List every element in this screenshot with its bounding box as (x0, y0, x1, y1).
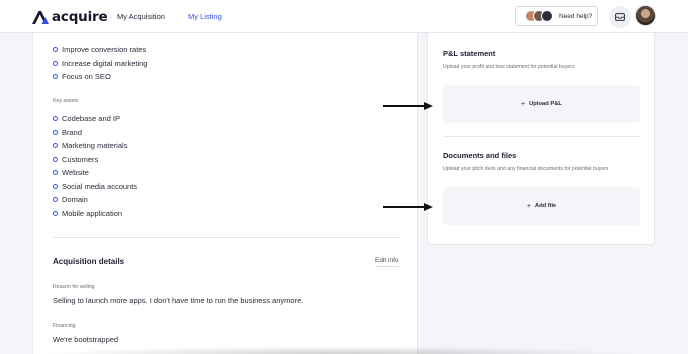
support-avatars (525, 10, 555, 22)
list-item: Website (53, 166, 137, 180)
list-item: Mobile application (53, 207, 137, 221)
bullet-icon (53, 60, 58, 66)
support-avatar (541, 10, 553, 22)
need-help-label: Need help? (559, 12, 593, 20)
logo-mark-icon (32, 10, 49, 24)
pnl-statement-title: P&L statement (443, 49, 496, 58)
list-item: Codebase and IP (53, 112, 137, 126)
bullet-icon (53, 129, 58, 135)
inbox-icon (615, 13, 625, 21)
plus-icon: + (526, 202, 531, 210)
need-help-button[interactable]: Need help? (515, 6, 598, 26)
pnl-statement-description: Upload your profit and loss statement fo… (443, 64, 575, 70)
edit-info-button[interactable]: Edit info (375, 257, 399, 267)
top-navigation-bar: acquire My Acquisition My Listing Need h… (0, 0, 688, 33)
bullet-icon (53, 197, 58, 203)
bullet-icon (53, 170, 58, 176)
list-item: Social media accounts (53, 180, 137, 194)
key-assets-label: Key assets (53, 98, 79, 104)
bullet-icon (53, 47, 58, 53)
upload-pnl-label: Upload P&L (529, 101, 562, 107)
bullet-icon (53, 183, 58, 189)
bullet-icon (53, 116, 58, 122)
acquire-logo[interactable]: acquire (32, 9, 108, 25)
list-item: Customers (53, 153, 137, 167)
plus-icon: + (521, 100, 526, 108)
reason-for-selling-value: Selling to launch more apps. I don't hav… (53, 296, 304, 305)
arrow-right-icon (383, 102, 433, 110)
nav-my-listing[interactable]: My Listing (188, 12, 222, 21)
add-file-button[interactable]: + Add file (443, 187, 640, 225)
user-avatar[interactable] (635, 5, 656, 26)
acquisition-details-title: Acquisition details (53, 257, 125, 266)
brand-name: acquire (52, 9, 108, 25)
bullet-icon (53, 210, 58, 216)
section-divider (443, 136, 640, 137)
listing-details-card: Improve conversion rates Increase digita… (32, 33, 418, 354)
upload-pnl-button[interactable]: + Upload P&L (443, 85, 640, 123)
add-file-label: Add file (534, 203, 557, 209)
financing-value: We're bootstrapped (53, 335, 119, 344)
documents-files-description: Upload your pitch deck and any financial… (443, 166, 609, 172)
growth-opportunities-list: Improve conversion rates Increase digita… (53, 43, 147, 84)
documents-card: P&L statement Upload your profit and los… (427, 33, 655, 245)
list-item: Increase digital marketing (53, 57, 147, 71)
list-item: Improve conversion rates (53, 43, 147, 57)
documents-files-title: Documents and files (443, 151, 517, 160)
bullet-icon (53, 156, 58, 162)
reason-for-selling-label: Reason for selling (53, 284, 95, 290)
list-item: Marketing materials (53, 139, 137, 153)
footer-shadow (40, 346, 640, 354)
list-item: Domain (53, 193, 137, 207)
arrow-right-icon (383, 203, 433, 211)
list-item: Brand (53, 126, 137, 140)
financing-label: Financing (53, 323, 76, 329)
section-divider (53, 237, 400, 238)
nav-my-acquisition[interactable]: My Acquisition (117, 12, 165, 21)
bullet-icon (53, 143, 58, 149)
bullet-icon (53, 74, 58, 80)
key-assets-list: Codebase and IP Brand Marketing material… (53, 112, 137, 220)
inbox-button[interactable] (609, 6, 631, 28)
list-item: Focus on SEO (53, 70, 147, 84)
